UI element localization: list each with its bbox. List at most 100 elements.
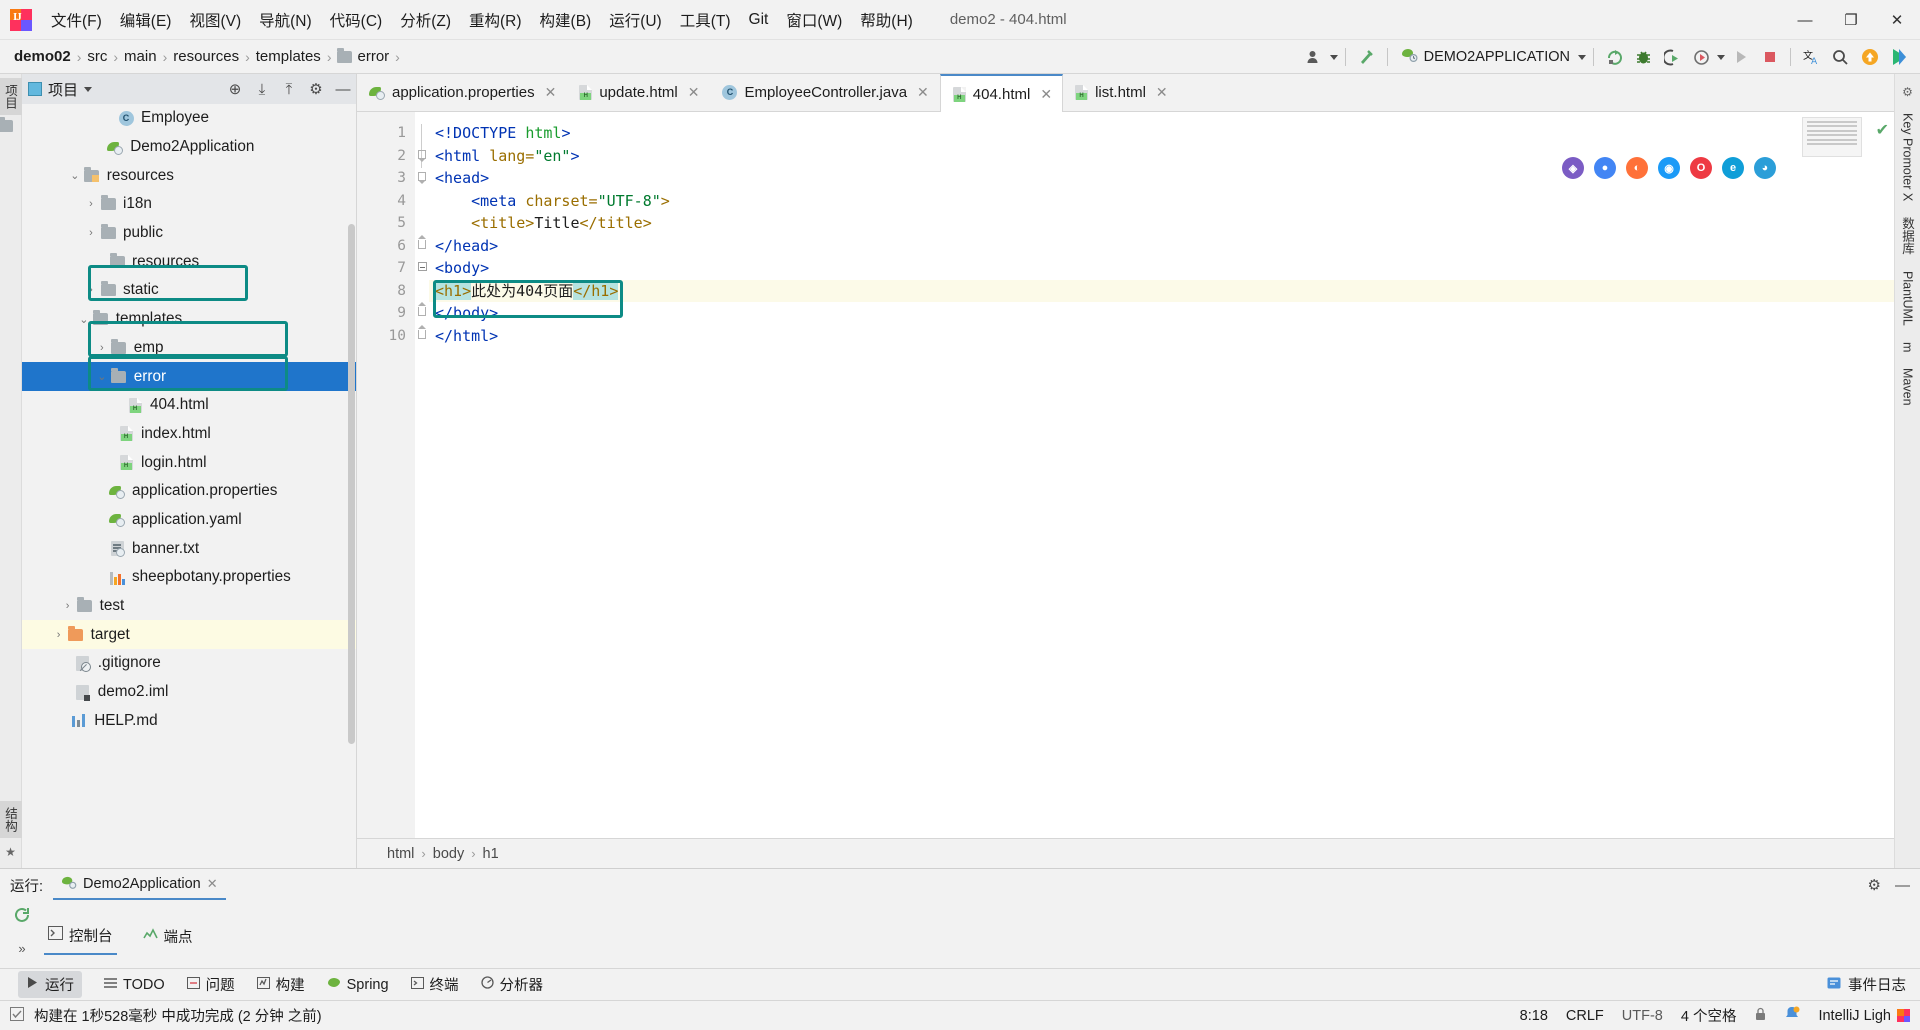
line-number[interactable]: 6 [357,235,414,258]
fold-body-icon[interactable] [415,257,429,280]
tree-item-index-html[interactable]: index.html [22,420,356,449]
menu-item-git[interactable]: Git [740,7,778,33]
jetbrains-browser-icon[interactable]: ◈ [1562,157,1584,179]
close-icon[interactable]: ✕ [688,84,700,101]
run-configuration-selector[interactable]: DEMO2APPLICATION [1395,45,1576,69]
rail-tab-project[interactable]: 项目 [0,78,23,115]
indent-setting[interactable]: 4 个空格 [1681,1005,1737,1026]
update-badge-icon[interactable] [1856,44,1883,71]
build-hammer-icon[interactable] [1353,44,1380,71]
breadcrumb-element-html[interactable]: html [387,846,414,862]
toolwindow-todo[interactable]: TODO [104,977,165,993]
code-folding-column[interactable] [415,112,429,838]
chevron-right-icon[interactable]: › [84,284,98,296]
run-subtab-console[interactable]: 控制台 [44,921,117,955]
close-icon[interactable]: ✕ [1156,84,1168,101]
ide-name[interactable]: IntelliJ Ligh [1818,1008,1910,1024]
edge-legacy-browser-icon[interactable]: e [1722,157,1744,179]
search-everywhere-icon[interactable] [1827,44,1854,71]
toolwindow-terminal[interactable]: 终端 [410,974,459,995]
lock-icon[interactable] [1754,1007,1767,1025]
commit-folder-icon[interactable] [0,117,23,135]
code-line-7[interactable]: <body> [429,257,1894,280]
editor-tab-application-properties[interactable]: application.properties ✕ [357,74,567,111]
line-number[interactable]: 1 [357,122,414,145]
tree-item-gitignore[interactable]: .gitignore [22,649,356,678]
menu-item-edit[interactable]: 编辑(E) [111,5,181,35]
breadcrumb-templates[interactable]: templates [256,48,321,65]
fold-head-icon[interactable] [415,167,429,190]
tree-item-application-yaml[interactable]: application.yaml [22,506,356,535]
tree-scrollbar[interactable] [348,224,355,744]
rerun-icon[interactable] [1601,44,1628,71]
inspection-status-icon[interactable]: ✔ [1876,120,1889,140]
tree-item-static[interactable]: › static [22,276,356,305]
tree-item-404-html[interactable]: 404.html [22,391,356,420]
tree-item-public[interactable]: › public [22,219,356,248]
chevron-right-icon[interactable]: › [95,342,109,354]
settings-gear-icon[interactable]: ⚙ [307,80,325,98]
run-configuration-caret-icon[interactable] [1578,54,1586,60]
tree-item-employee[interactable]: C Employee [22,104,356,133]
edge-browser-icon[interactable]: ◕ [1754,157,1776,179]
chevron-right-icon[interactable]: › [84,227,98,239]
editor-gutter[interactable]: 1 2 3 4 5 6 7 8 9 10 [357,112,415,838]
tree-item-templates[interactable]: ⌄ templates [22,305,356,334]
tree-item-error[interactable]: ⌄ error [22,362,356,391]
status-message[interactable]: 构建在 1秒528毫秒 中成功完成 (2 分钟 之前) [34,1005,322,1026]
code-content[interactable]: <!DOCTYPE html> <html lang="en"> <head> <m… [429,112,1894,838]
profiler-caret-icon[interactable] [1717,54,1725,60]
rail-tab-key-promoter[interactable]: Key Promoter X [1897,106,1919,208]
close-icon[interactable]: ✕ [207,876,218,892]
menu-item-help[interactable]: 帮助(H) [851,5,922,35]
rail-tab-structure[interactable]: 结构 [0,801,23,838]
notification-bell-icon[interactable] [1785,1006,1800,1025]
collapse-all-icon[interactable]: ⤒ [280,81,298,98]
menu-item-build[interactable]: 构建(B) [531,5,601,35]
menu-item-code[interactable]: 代码(C) [321,5,392,35]
run-with-coverage-icon[interactable] [1659,44,1686,71]
breadcrumb-error[interactable]: error [337,47,389,65]
tree-item-application-properties[interactable]: application.properties [22,477,356,506]
toolwindow-event-log[interactable]: 事件日志 [1827,974,1906,995]
tree-item-sheepbotany-properties[interactable]: sheepbotany.properties [22,563,356,592]
user-account-icon[interactable] [1301,44,1328,71]
chevron-down-icon[interactable]: ⌄ [68,169,82,182]
line-number[interactable]: 8 [357,280,414,303]
code-line-1[interactable]: <!DOCTYPE html> [429,122,1894,145]
tree-item-demo2-iml[interactable]: demo2.iml [22,678,356,707]
bookmarks-star-icon[interactable]: ★ [5,845,16,859]
code-line-8[interactable]: <h1>此处为404页面</h1> [429,279,1894,302]
run-subtab-endpoints[interactable]: 端点 [139,922,197,954]
editor-tab-list-html[interactable]: list.html ✕ [1063,74,1179,111]
breadcrumb-element-body[interactable]: body [433,846,464,862]
close-icon[interactable]: ✕ [917,84,929,101]
code-line-10[interactable]: </html> [429,325,1894,348]
breadcrumb-src[interactable]: src [87,48,107,65]
line-number[interactable]: 3 [357,167,414,190]
tree-item-i18n[interactable]: › i18n [22,190,356,219]
rail-tab-database[interactable]: 数据库 [1894,210,1920,262]
fold-head-end-icon[interactable] [415,234,429,258]
chevron-right-icon[interactable]: › [84,198,98,210]
fold-html-end-icon[interactable] [415,324,429,348]
expand-more-icon[interactable]: » [18,941,25,956]
file-encoding[interactable]: UTF-8 [1622,1008,1663,1024]
chevron-right-icon[interactable]: › [61,600,75,612]
minimize-button[interactable]: — [1782,0,1828,40]
code-line-5[interactable]: <title>Title</title> [429,212,1894,235]
user-dropdown-caret-icon[interactable] [1329,54,1338,60]
toolwindow-build[interactable]: 构建 [256,974,305,995]
tree-item-banner-txt[interactable]: banner.txt [22,534,356,563]
code-line-4[interactable]: <meta charset="UTF-8"> [429,190,1894,213]
line-number[interactable]: 9 [357,302,414,325]
toolwindow-run[interactable]: 运行 [18,971,82,998]
breadcrumb-resources[interactable]: resources [173,48,239,65]
stop-icon[interactable] [1756,44,1783,71]
opera-browser-icon[interactable]: O [1690,157,1712,179]
rerun-icon[interactable] [14,907,31,929]
translate-icon[interactable]: 文A [1798,44,1825,71]
line-number[interactable]: 5 [357,212,414,235]
rail-tab-m[interactable]: m [1897,335,1919,359]
menu-item-file[interactable]: 文件(F) [42,5,111,35]
